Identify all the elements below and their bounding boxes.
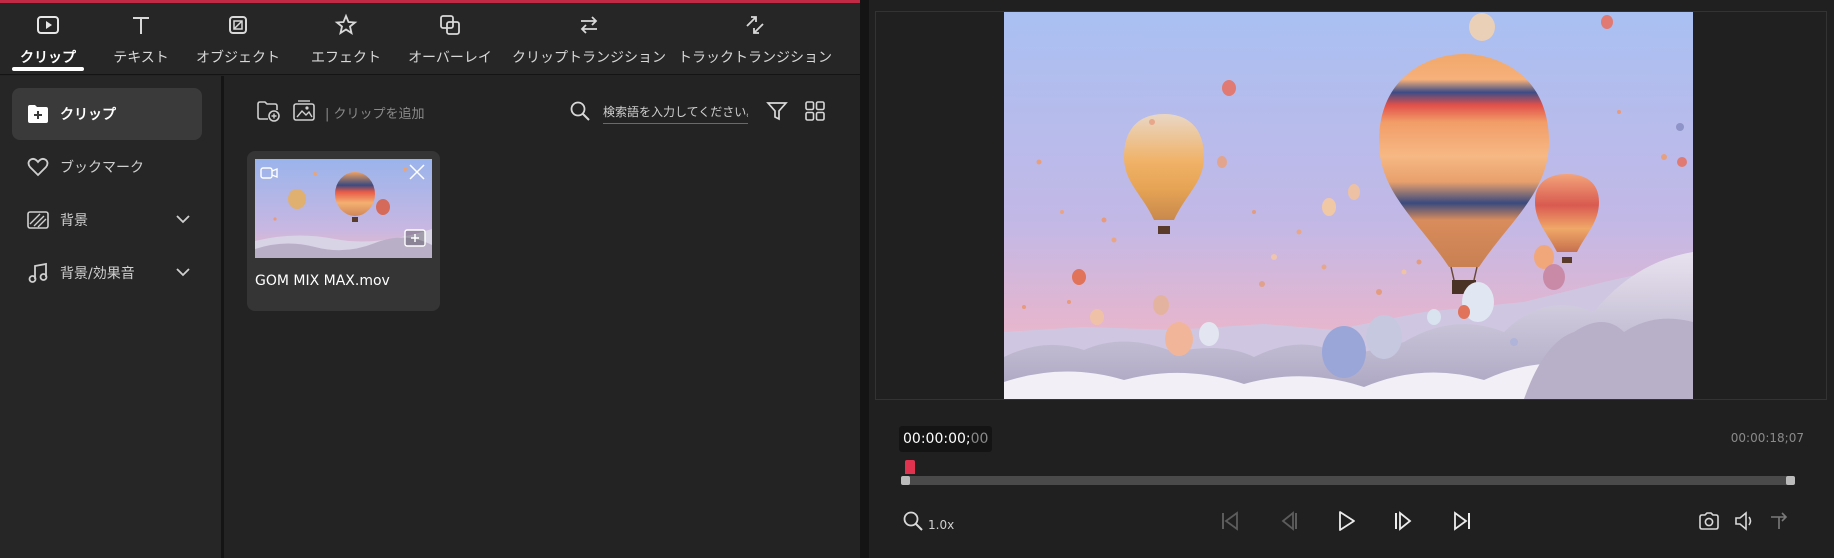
search-icon bbox=[570, 101, 590, 121]
zoom-magnifier-icon bbox=[903, 511, 923, 531]
zoom-button[interactable] bbox=[897, 505, 929, 537]
clip-icon bbox=[34, 11, 62, 39]
playhead[interactable] bbox=[905, 460, 915, 474]
playback-speed[interactable]: 1.0x bbox=[928, 518, 954, 532]
swap-arrows-icon bbox=[575, 11, 603, 39]
close-icon[interactable] bbox=[408, 163, 426, 185]
folder-add-icon bbox=[257, 101, 280, 122]
play-icon bbox=[1339, 511, 1355, 531]
tab-overlay[interactable]: オーバーレイ bbox=[408, 3, 492, 75]
clip-name: GOM MIX MAX.mov bbox=[255, 273, 390, 289]
overlay-icon bbox=[436, 11, 464, 39]
current-timecode[interactable]: 00:00:00;00 bbox=[899, 426, 993, 452]
panel-divider[interactable] bbox=[860, 0, 869, 558]
add-to-timeline-icon[interactable] bbox=[404, 229, 426, 251]
clip-card[interactable]: GOM MIX MAX.mov bbox=[247, 151, 440, 311]
volume-button[interactable] bbox=[1729, 505, 1761, 537]
tab-text[interactable]: テキスト bbox=[105, 3, 177, 75]
sidebar-item-clip[interactable]: クリップ bbox=[12, 88, 202, 140]
skip-start-icon bbox=[1222, 511, 1238, 531]
sidebar-item-bookmark[interactable]: ブックマーク bbox=[12, 141, 202, 193]
add-clip-label[interactable]: | クリップを追加 bbox=[325, 103, 425, 122]
active-tab-indicator bbox=[12, 67, 84, 71]
step-forward-icon bbox=[1395, 511, 1412, 531]
next-frame-button[interactable] bbox=[1388, 505, 1420, 537]
diagonal-arrows-icon bbox=[741, 11, 769, 39]
snapshot-button[interactable] bbox=[1693, 505, 1725, 537]
speaker-icon bbox=[1735, 511, 1752, 531]
tab-clip[interactable]: クリップ bbox=[12, 3, 84, 75]
category-sidebar: クリップ ブックマーク 背景 背景/効果音 bbox=[0, 76, 224, 558]
search-input[interactable] bbox=[603, 100, 748, 124]
seek-bar[interactable] bbox=[901, 476, 1795, 485]
tab-clip-transition[interactable]: クリップトランジション bbox=[512, 3, 666, 75]
video-camera-icon bbox=[260, 164, 278, 183]
add-folder-button[interactable] bbox=[255, 98, 281, 124]
sidebar-item-sound[interactable]: 背景/効果音 bbox=[12, 247, 202, 299]
seek-end-cap bbox=[1786, 476, 1795, 485]
filter-button[interactable] bbox=[764, 98, 790, 124]
background-pattern-icon bbox=[26, 208, 50, 232]
chevron-down-icon[interactable] bbox=[174, 210, 192, 228]
effect-star-icon bbox=[332, 11, 360, 39]
filter-icon bbox=[766, 102, 788, 121]
tab-object[interactable]: オブジェクト bbox=[196, 3, 280, 75]
text-icon bbox=[127, 11, 155, 39]
search-button[interactable] bbox=[568, 99, 592, 123]
tab-effect[interactable]: エフェクト bbox=[310, 3, 382, 75]
export-arrow-icon bbox=[1771, 512, 1788, 529]
preview-viewport bbox=[875, 11, 1827, 400]
object-icon bbox=[224, 11, 252, 39]
preview-frame bbox=[1004, 12, 1693, 399]
clip-library: | クリップを追加 検索語を入力してください。 GOM MIX MAX.mov bbox=[227, 76, 860, 558]
seek-start-cap bbox=[901, 476, 910, 485]
export-frame-button[interactable] bbox=[1764, 505, 1796, 537]
media-panel: クリップ テキスト オブジェクト エフェクト オーバーレイ クリップトランジショ… bbox=[0, 0, 860, 558]
total-duration: 00:00:18;07 bbox=[1730, 431, 1804, 445]
sidebar-item-background[interactable]: 背景 bbox=[12, 194, 202, 246]
step-back-icon bbox=[1281, 511, 1297, 531]
folder-plus-icon bbox=[26, 102, 50, 126]
tab-track-transition[interactable]: トラックトランジション bbox=[678, 3, 832, 75]
camera-icon bbox=[1699, 512, 1719, 530]
clip-thumbnail bbox=[255, 159, 432, 258]
grid-view-icon bbox=[805, 101, 825, 121]
add-clip-button[interactable] bbox=[291, 98, 317, 124]
previous-frame-button[interactable] bbox=[1272, 505, 1304, 537]
music-note-icon bbox=[26, 261, 50, 285]
preview-panel: 00:00:00;00 00:00:18;07 1.0x bbox=[869, 0, 1834, 558]
chevron-down-icon[interactable] bbox=[174, 263, 192, 281]
play-button[interactable] bbox=[1330, 505, 1362, 537]
go-to-start-button[interactable] bbox=[1214, 505, 1246, 537]
grid-view-button[interactable] bbox=[802, 98, 828, 124]
go-to-end-button[interactable] bbox=[1446, 505, 1478, 537]
skip-end-icon bbox=[1454, 511, 1470, 531]
media-tabbar: クリップ テキスト オブジェクト エフェクト オーバーレイ クリップトランジショ… bbox=[0, 3, 860, 75]
heart-icon bbox=[26, 155, 50, 179]
image-add-icon bbox=[293, 100, 315, 121]
